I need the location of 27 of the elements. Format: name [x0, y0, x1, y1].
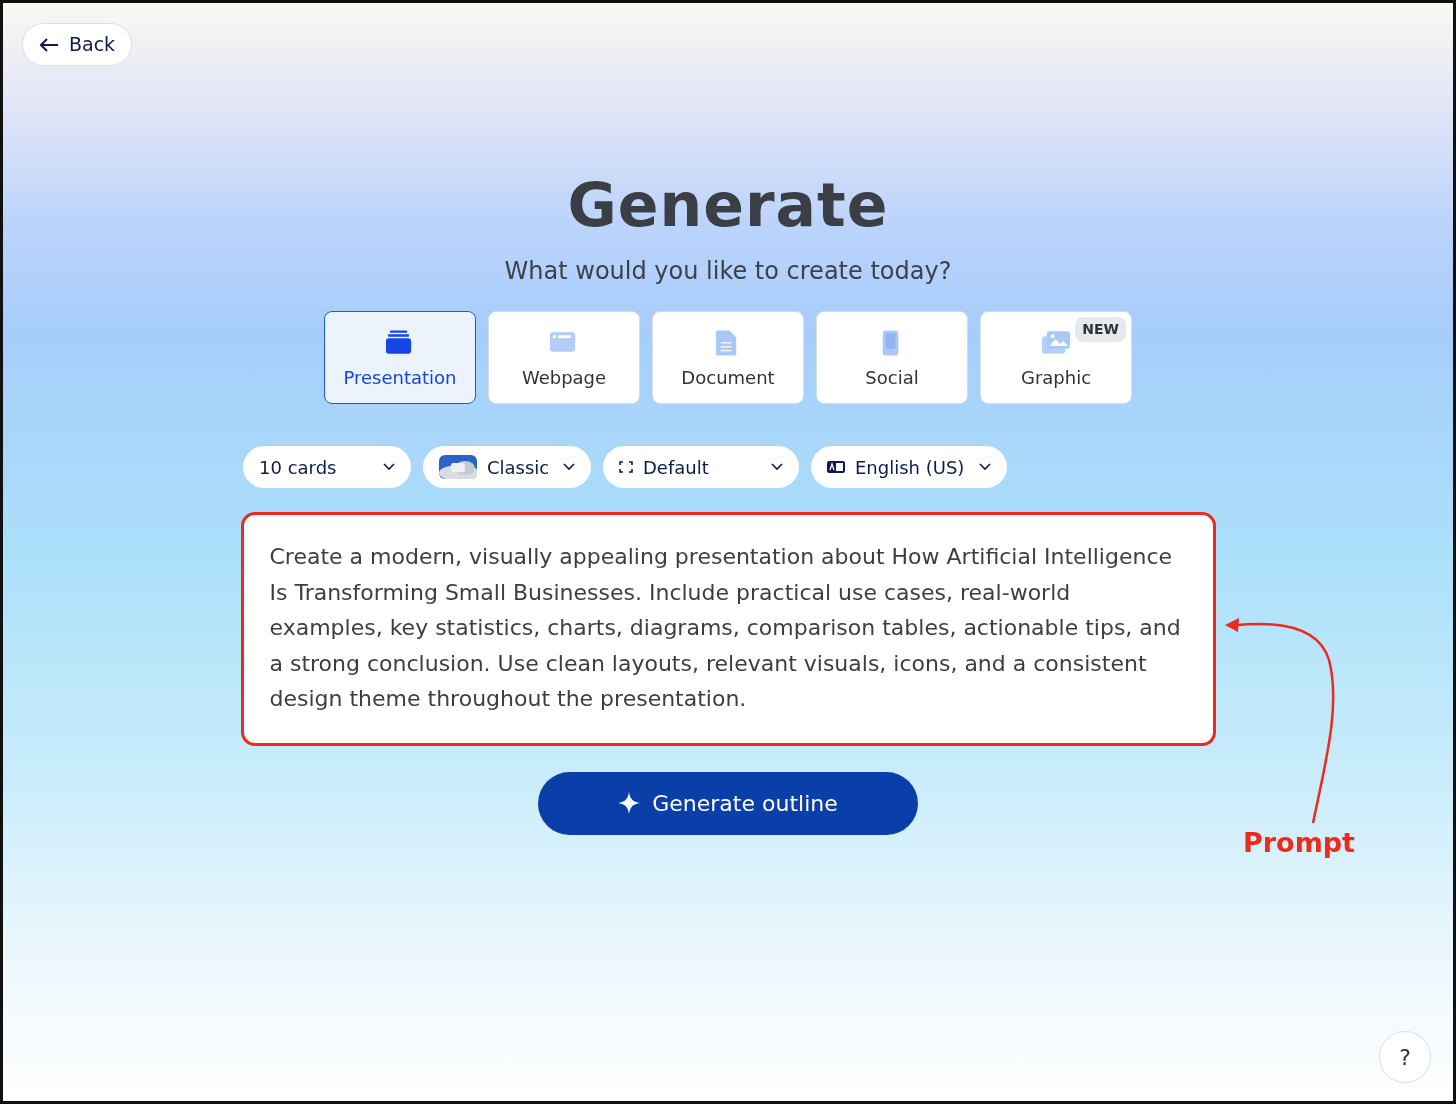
type-tab[interactable]: Social: [816, 311, 968, 404]
image-stack-icon: [1041, 329, 1071, 356]
type-tab[interactable]: Document: [652, 311, 804, 404]
annotation-label: Prompt: [1243, 826, 1356, 860]
chevron-down-icon: [979, 463, 991, 471]
aspect-frame-icon: [619, 461, 633, 473]
type-tab[interactable]: Presentation: [324, 311, 476, 404]
option-dropdown[interactable]: English (US): [811, 446, 1007, 488]
option-dropdown[interactable]: Default: [603, 446, 799, 488]
chevron-down-icon: [383, 463, 395, 471]
new-badge: NEW: [1075, 317, 1126, 342]
sparkle-icon: [618, 792, 641, 814]
theme-thumbnail-icon: [439, 455, 477, 479]
back-button[interactable]: Back: [22, 23, 133, 66]
chevron-down-icon: [771, 463, 783, 471]
page-title: Generate: [567, 169, 889, 241]
option-dropdown[interactable]: 10 cards: [243, 446, 411, 488]
type-tab[interactable]: Webpage: [488, 311, 640, 404]
translate-icon: [827, 461, 845, 473]
option-dropdown[interactable]: Classic: [423, 446, 591, 488]
arrow-left-icon: [39, 36, 59, 53]
type-tab[interactable]: NEW Graphic: [980, 311, 1132, 404]
chevron-down-icon: [563, 463, 575, 471]
help-button[interactable]: ?: [1379, 1031, 1431, 1083]
prompt-field[interactable]: Create a modern, visually appealing presentation about How Artificial Intelligence Is Transforming Small Businesses. Include practical use cases, real-world examples, key statistics, charts, diagrams, comparison tables, actionable tips, and a strong conclusion. Use clean layouts, relevant visuals, icons, and a consistent design theme throughout the presentation.: [240, 512, 1216, 746]
subtitle: What would you like to create today?: [504, 256, 952, 287]
generate-outline-button[interactable]: Generate outline: [538, 771, 918, 835]
